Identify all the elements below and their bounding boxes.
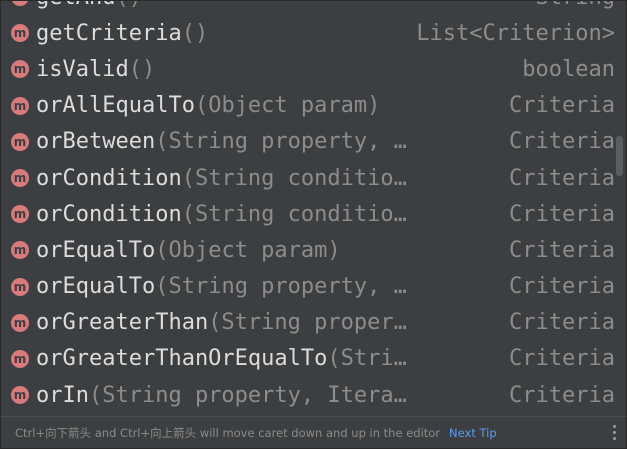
method-name: orIn xyxy=(36,382,89,408)
method-signature: orGreaterThanOrEqualTo(Stri… xyxy=(36,346,465,371)
method-icon: m xyxy=(11,169,29,188)
method-name: orGreaterThan xyxy=(36,310,209,336)
tip-footer: Ctrl+向下箭头 and Ctrl+向上箭头 will move caret … xyxy=(1,416,626,448)
method-signature: getAnd() xyxy=(36,1,465,10)
method-icon: m xyxy=(11,96,29,115)
method-icon: m xyxy=(11,386,29,405)
return-type: Criteria xyxy=(509,165,615,191)
method-icon: m xyxy=(11,1,29,7)
list-item[interactable]: m orIn(String property, Itera… Criteria xyxy=(1,377,615,413)
return-type: boolean xyxy=(522,56,615,82)
method-params: (Stri… xyxy=(327,346,407,372)
return-type: Criteria xyxy=(509,129,615,155)
method-params: (String conditio… xyxy=(181,165,407,191)
return-type: Criteria xyxy=(509,274,615,300)
list-item[interactable]: m orGreaterThanOrEqualTo(Stri… Criteria xyxy=(1,341,615,377)
method-params: (String property, … xyxy=(155,129,407,155)
method-name: orEqualTo xyxy=(36,274,156,300)
list-item[interactable]: m orAllEqualTo(Object param) Criteria xyxy=(1,88,615,124)
method-signature: isValid() xyxy=(36,57,465,82)
method-params: (Object param) xyxy=(194,93,381,119)
list-item[interactable]: m orGreaterThan(String proper… Criteria xyxy=(1,305,615,341)
method-name: orCondition xyxy=(36,201,182,227)
method-name: getAnd xyxy=(36,1,115,10)
method-name: orCondition xyxy=(36,165,182,191)
method-name: orBetween xyxy=(36,129,156,155)
method-name: orAllEqualTo xyxy=(36,93,195,119)
method-params: () xyxy=(181,20,209,46)
tip-text: Ctrl+向下箭头 and Ctrl+向上箭头 will move caret … xyxy=(15,425,441,440)
method-name: orGreaterThanOrEqualTo xyxy=(36,346,328,372)
method-params: () xyxy=(128,56,156,82)
method-params: () xyxy=(115,1,142,10)
method-signature: orGreaterThan(String proper… xyxy=(36,310,465,335)
return-type: Criteria xyxy=(509,201,615,227)
method-name: isValid xyxy=(36,56,129,82)
method-icon: m xyxy=(11,313,29,332)
list-item[interactable]: m orEqualTo(Object param) Criteria xyxy=(1,232,615,268)
method-icon: m xyxy=(11,241,29,260)
list-item[interactable]: m isValid() boolean xyxy=(1,51,615,87)
method-params: (String property, … xyxy=(155,274,407,300)
return-type: Criteria xyxy=(509,237,615,263)
method-params: (String property, Itera… xyxy=(88,382,407,408)
method-name: orEqualTo xyxy=(36,237,156,263)
method-signature: orCondition(String conditio… xyxy=(36,166,465,191)
return-type: Criteria xyxy=(509,310,615,336)
method-signature: orIn(String property, Itera… xyxy=(36,383,465,408)
list-item[interactable]: m orEqualTo(String property, … Criteria xyxy=(1,269,615,305)
method-params: (String proper… xyxy=(208,310,407,336)
method-icon: m xyxy=(11,132,29,151)
vertical-ellipsis-icon[interactable] xyxy=(613,425,617,441)
list-item[interactable]: m getAnd() String xyxy=(1,1,615,15)
list-item[interactable]: m orBetween(String property, … Criteria xyxy=(1,124,615,160)
completion-list[interactable]: m getAnd() String m getCriteria() List<C… xyxy=(1,1,615,413)
method-icon: m xyxy=(11,277,29,296)
return-type: Criteria xyxy=(509,93,615,119)
method-signature: getCriteria() xyxy=(36,21,465,46)
completion-popup: m getAnd() String m getCriteria() List<C… xyxy=(0,0,627,449)
method-icon: m xyxy=(11,24,29,43)
method-name: getCriteria xyxy=(36,20,182,46)
method-icon: m xyxy=(11,60,29,79)
method-signature: orEqualTo(Object param) xyxy=(36,238,465,263)
method-params: (String conditio… xyxy=(181,201,407,227)
method-signature: orCondition(String conditio… xyxy=(36,202,465,227)
method-params: (Object param) xyxy=(155,237,341,263)
next-tip-link[interactable]: Next Tip xyxy=(449,426,497,440)
return-type: String xyxy=(536,1,615,10)
list-item[interactable]: m orCondition(String conditio… Criteria xyxy=(1,196,615,232)
return-type: Criteria xyxy=(509,346,615,372)
return-type: Criteria xyxy=(509,382,615,408)
list-item[interactable]: m orCondition(String conditio… Criteria xyxy=(1,160,615,196)
method-icon: m xyxy=(11,349,29,368)
return-type: List<Criterion> xyxy=(416,20,615,46)
method-icon: m xyxy=(11,205,29,224)
scrollbar-thumb[interactable] xyxy=(616,136,623,176)
method-signature: orEqualTo(String property, … xyxy=(36,274,465,299)
method-signature: orBetween(String property, … xyxy=(36,129,465,154)
list-item[interactable]: m getCriteria() List<Criterion> xyxy=(1,15,615,51)
method-signature: orAllEqualTo(Object param) xyxy=(36,93,465,118)
